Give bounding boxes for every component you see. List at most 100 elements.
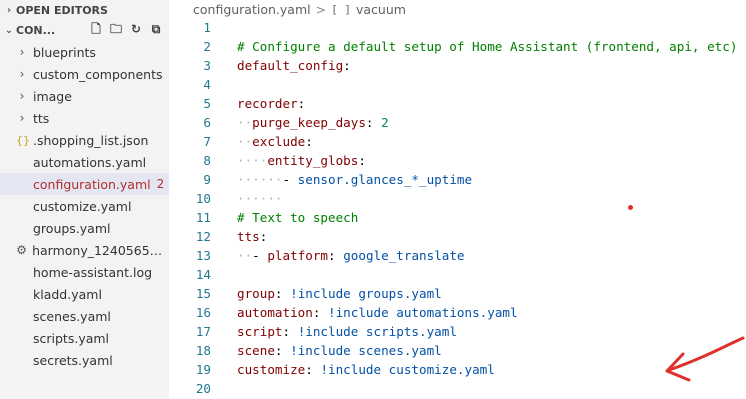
tree-file[interactable]: groups.yaml [0,217,169,239]
chevron-right-icon: › [19,67,25,81]
line-text[interactable]: scene: !include scenes.yaml [237,341,442,360]
tree-item-label: tts [33,110,50,126]
line-text[interactable]: customize: !include customize.yaml [237,360,495,379]
tree-file[interactable]: scenes.yaml [0,305,169,327]
line-text[interactable]: automation: !include automations.yaml [237,303,518,322]
line-number: 4 [203,77,211,92]
chevron-down-icon: ⌄ [4,24,14,36]
collapse-all-icon[interactable]: ⧉ [149,22,163,36]
code-line[interactable]: 4 [169,75,746,94]
tree-folder[interactable]: › image [0,85,169,107]
tree-file[interactable]: configuration.yaml 2 [0,173,169,195]
code-line[interactable]: 10 ······ [169,189,746,208]
line-text[interactable]: recorder: [237,94,305,113]
line-number: 7 [203,134,211,149]
workspace-folder-label: CON... [16,23,56,37]
code-line[interactable]: 9 ······- sensor.glances_*_uptime [169,170,746,189]
line-number: 8 [203,153,211,168]
code-line[interactable]: 16 automation: !include automations.yaml [169,303,746,322]
symbol-icon: [ ] [331,2,351,16]
code-line[interactable]: 6 ··purge_keep_days: 2 [169,113,746,132]
tree-folder[interactable]: › blueprints [0,41,169,63]
chevron-right-icon: › [19,111,25,125]
line-text[interactable]: ··purge_keep_days: 2 [237,113,389,132]
line-number: 10 [195,191,211,206]
tree-item-label: .shopping_list.json [33,132,149,148]
explorer-sidebar: › OPEN EDITORS ⌄ CON... 🗋 🗀 ↻ ⧉ › bluepri… [0,0,169,399]
line-text[interactable]: ··- platform: google_translate [237,246,465,265]
tree-file[interactable]: home-assistant.log [0,261,169,283]
tree-item-label: image [33,88,72,104]
tree-folder[interactable]: › tts [0,107,169,129]
code-line[interactable]: 15 group: !include groups.yaml [169,284,746,303]
file-tree: › blueprints › custom_components › image › tts{… [0,41,169,371]
line-number: 11 [195,210,211,225]
code-line[interactable]: 1 [169,18,746,37]
line-text[interactable]: tts: [237,227,267,246]
line-number: 20 [195,381,211,396]
line-text[interactable]: ······ [237,189,283,208]
line-number: 18 [195,343,211,358]
code-line[interactable]: 12 tts: [169,227,746,246]
tree-file[interactable]: ⚙ harmony_12405659.c... [0,239,169,261]
line-number: 5 [203,96,211,111]
code-line[interactable]: 13 ··- platform: google_translate [169,246,746,265]
code-editor[interactable]: configuration.yaml > [ ] vacuum 1 2 # Conf… [169,0,746,399]
refresh-icon[interactable]: ↻ [129,22,143,36]
chevron-right-icon: › [19,45,25,59]
tree-file[interactable]: {} .shopping_list.json [0,129,169,151]
gear-icon: ⚙ [16,243,27,257]
tree-item-label: home-assistant.log [33,264,153,280]
line-text[interactable]: script: !include scripts.yaml [237,322,457,341]
breadcrumb-separator: > [315,1,327,17]
code-line[interactable]: 7 ··exclude: [169,132,746,151]
tree-file[interactable]: kladd.yaml [0,283,169,305]
line-text[interactable]: ····entity_globs: [237,151,366,170]
line-number: 16 [195,305,211,320]
line-text[interactable]: ··exclude: [237,132,313,151]
tree-file[interactable]: scripts.yaml [0,327,169,349]
tree-file[interactable]: secrets.yaml [0,349,169,371]
line-number: 1 [203,20,211,35]
tree-item-label: kladd.yaml [33,286,102,302]
code-line[interactable]: 5 recorder: [169,94,746,113]
breadcrumb-symbol[interactable]: vacuum [356,2,406,17]
line-number: 12 [195,229,211,244]
line-number: 17 [195,324,211,339]
tree-item-label: configuration.yaml [33,176,151,192]
line-text[interactable]: # Configure a default setup of Home Assi… [237,37,737,56]
new-file-icon[interactable]: 🗋 [89,22,103,36]
tree-item-label: groups.yaml [33,220,111,236]
line-number: 19 [195,362,211,377]
line-number: 13 [195,248,211,263]
tree-item-label: secrets.yaml [33,352,113,368]
code-line[interactable]: 8 ····entity_globs: [169,151,746,170]
line-text[interactable]: ······- sensor.glances_*_uptime [237,170,472,189]
code-line[interactable]: 11 # Text to speech [169,208,746,227]
open-editors-header[interactable]: › OPEN EDITORS [0,0,169,20]
line-text[interactable]: default_config: [237,56,351,75]
json-file-icon: {} [16,133,30,147]
tree-file[interactable]: automations.yaml [0,151,169,173]
code-line[interactable]: 2 # Configure a default setup of Home Ass… [169,37,746,56]
breadcrumb-file[interactable]: configuration.yaml [193,2,311,17]
code-line[interactable]: 3 default_config: [169,56,746,75]
line-number: 9 [203,172,211,187]
tree-folder[interactable]: › custom_components [0,63,169,85]
workspace-folder-header[interactable]: ⌄ CON... 🗋 🗀 ↻ ⧉ [0,20,169,40]
tree-item-label: custom_components [33,66,163,82]
chevron-right-icon: › [6,4,12,16]
line-number: 3 [203,58,211,73]
tree-file[interactable]: customize.yaml [0,195,169,217]
code-line[interactable]: 14 [169,265,746,284]
open-editors-label: OPEN EDITORS [16,3,108,17]
new-folder-icon[interactable]: 🗀 [109,22,123,36]
line-number: 6 [203,115,211,130]
tree-item-label: scenes.yaml [33,308,111,324]
line-text[interactable]: # Text to speech [237,208,358,227]
line-text[interactable]: group: !include groups.yaml [237,284,442,303]
annotation-arrow-icon [665,336,745,382]
tree-item-label: automations.yaml [33,154,147,170]
tree-item-label: customize.yaml [33,198,132,214]
line-number: 15 [195,286,211,301]
